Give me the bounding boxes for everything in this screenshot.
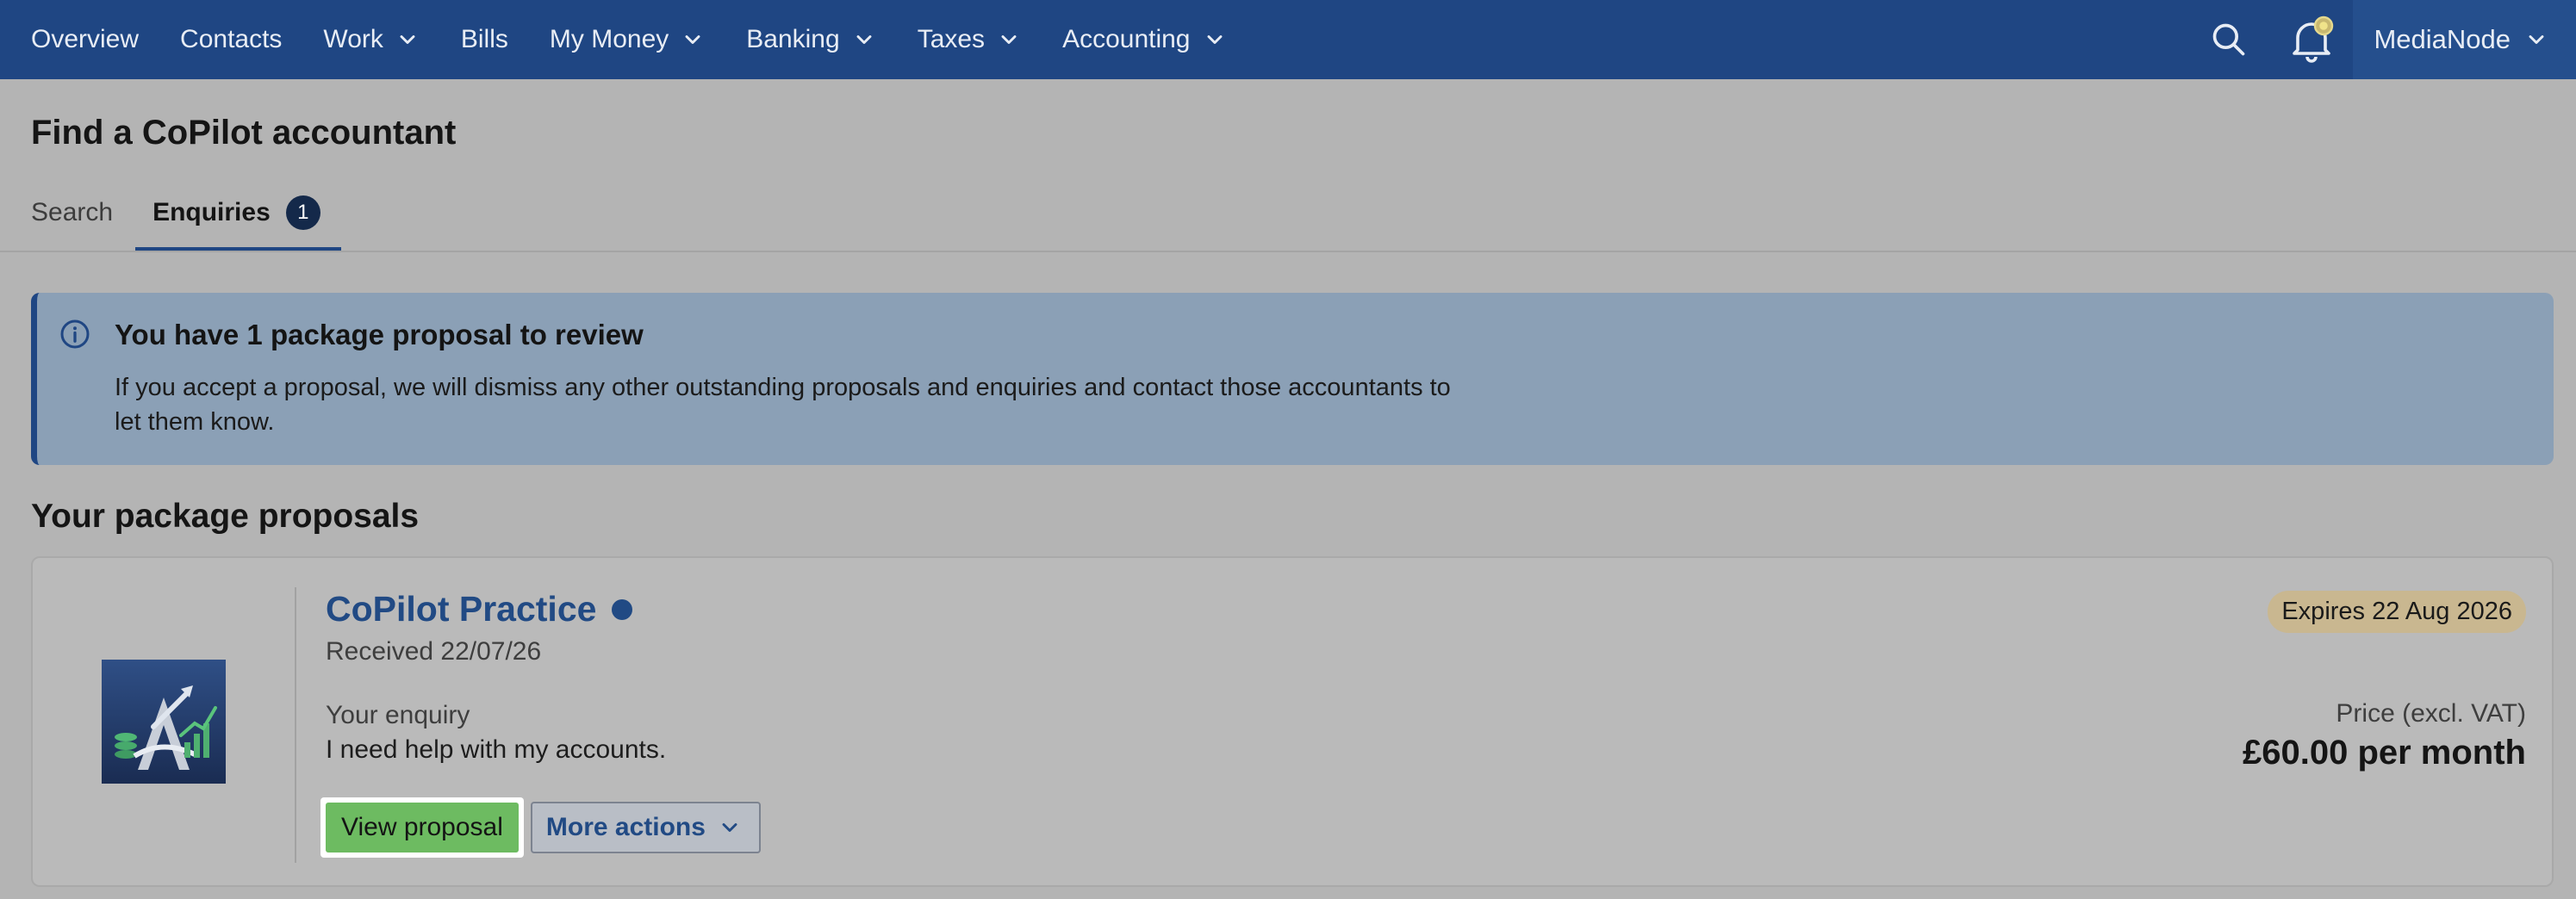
view-proposal-button[interactable]: View proposal xyxy=(326,803,519,852)
more-actions-button[interactable]: More actions xyxy=(530,802,761,853)
practice-name: CoPilot Practice xyxy=(326,589,597,629)
nav-item-label: My Money xyxy=(549,25,669,53)
search-icon xyxy=(2213,23,2245,56)
nav-item-label: Taxes xyxy=(917,25,986,53)
info-banner: You have 1 package proposal to review If… xyxy=(31,293,2554,465)
price-label: Price (excl. VAT) xyxy=(2336,699,2526,728)
search-button[interactable] xyxy=(2187,0,2270,79)
received-date: Received 22/07/26 xyxy=(326,637,542,666)
practice-logo xyxy=(102,660,226,784)
chevron-down-icon xyxy=(856,35,872,44)
practice-name-link[interactable]: CoPilot Practice xyxy=(326,589,633,629)
nav-item-banking[interactable]: Banking xyxy=(746,0,875,79)
more-actions-label: More actions xyxy=(545,813,706,841)
nav-item-label: Contacts xyxy=(180,25,283,53)
unread-indicator xyxy=(612,598,633,620)
nav-item-label: Overview xyxy=(31,25,140,53)
expiry-badge: Expires 22 Aug 2026 xyxy=(2268,591,2526,633)
card-divider xyxy=(295,587,296,863)
enquiry-label: Your enquiry xyxy=(326,701,470,729)
tab-label: Search xyxy=(31,198,114,226)
chevron-down-icon xyxy=(2529,35,2544,44)
organisation-name: MediaNode xyxy=(2374,24,2511,54)
top-navigation: Overview Contacts Work Bills My Money Ba… xyxy=(0,0,2576,79)
page-title: Find a CoPilot accountant xyxy=(31,114,457,152)
tab-search[interactable]: Search xyxy=(31,189,113,251)
proposal-card: CoPilot Practice Received 22/07/26 Your … xyxy=(31,556,2554,887)
section-title: Your package proposals xyxy=(31,498,420,535)
nav-item-label: Banking xyxy=(746,25,840,53)
nav-item-label: Bills xyxy=(460,25,508,53)
organisation-switcher[interactable]: MediaNode xyxy=(2353,0,2576,79)
practice-logo-image xyxy=(102,660,226,784)
banner-title: You have 1 package proposal to review xyxy=(115,319,644,350)
bell-icon xyxy=(2293,16,2334,63)
nav-item-accounting[interactable]: Accounting xyxy=(1062,0,1226,79)
nav-right-actions: MediaNode xyxy=(2187,0,2576,79)
tab-label: Enquiries xyxy=(152,198,271,226)
divider xyxy=(0,251,2576,252)
nav-item-label: Work xyxy=(323,25,383,53)
chevron-down-icon xyxy=(1001,35,1017,44)
info-icon xyxy=(60,319,90,349)
price-value: £60.00 per month xyxy=(2242,734,2526,772)
chevron-down-icon xyxy=(685,35,700,44)
nav-item-work[interactable]: Work xyxy=(323,0,419,79)
tab-enquiries[interactable]: Enquiries 1 xyxy=(135,189,341,251)
nav-item-label: Accounting xyxy=(1062,25,1191,53)
chevron-down-icon xyxy=(400,35,415,44)
tab-bar: Search Enquiries 1 xyxy=(31,189,383,251)
nav-items: Overview Contacts Work Bills My Money Ba… xyxy=(0,0,1268,79)
chevron-down-icon xyxy=(1207,35,1222,44)
nav-item-my-money[interactable]: My Money xyxy=(550,0,705,79)
nav-item-overview[interactable]: Overview xyxy=(31,0,139,79)
notifications-button[interactable] xyxy=(2270,0,2353,79)
nav-item-bills[interactable]: Bills xyxy=(461,0,508,79)
focus-ring: View proposal xyxy=(320,797,524,858)
nav-item-contacts[interactable]: Contacts xyxy=(180,0,282,79)
chevron-down-icon xyxy=(722,823,737,832)
nav-item-taxes[interactable]: Taxes xyxy=(918,0,1021,79)
card-actions: View proposal More actions xyxy=(320,797,761,858)
enquiry-text: I need help with my accounts. xyxy=(326,735,667,764)
count-badge: 1 xyxy=(285,195,320,230)
banner-message: If you accept a proposal, we will dismis… xyxy=(115,374,1451,436)
